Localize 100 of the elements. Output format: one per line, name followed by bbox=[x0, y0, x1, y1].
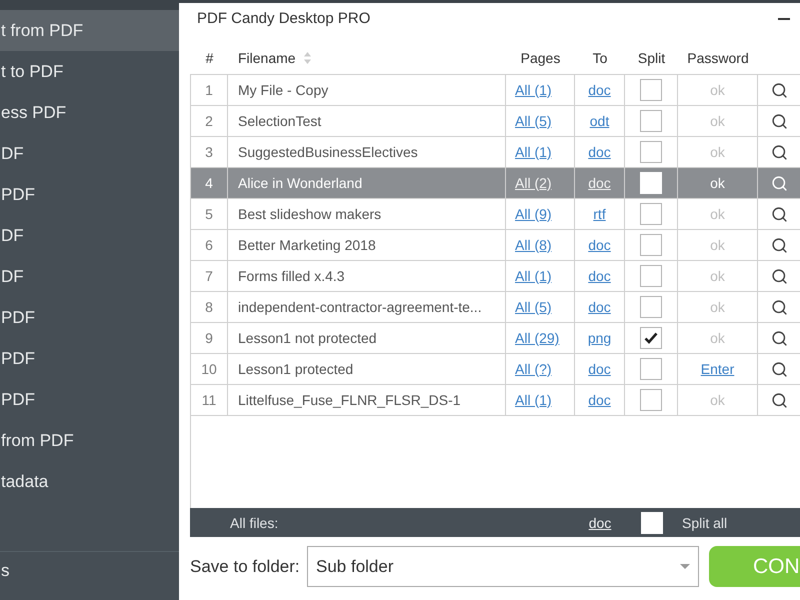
row-number: 3 bbox=[205, 144, 213, 160]
checkbox[interactable] bbox=[640, 141, 662, 163]
split-all-label: Split all bbox=[682, 514, 728, 530]
table-row[interactable]: 7 Forms filled x.4.3 All (1) doc ok bbox=[191, 261, 800, 292]
format-link[interactable]: doc bbox=[588, 175, 611, 191]
password-status: ok bbox=[710, 144, 725, 160]
checkbox[interactable] bbox=[640, 358, 662, 380]
sidebar-item[interactable]: DF bbox=[0, 256, 179, 297]
format-link[interactable]: doc bbox=[588, 361, 611, 377]
search-icon[interactable] bbox=[771, 392, 788, 408]
checkbox[interactable] bbox=[640, 512, 662, 534]
save-folder-label: Save to folder: bbox=[190, 556, 301, 578]
format-link[interactable]: doc bbox=[588, 268, 611, 284]
password-status: ok bbox=[710, 175, 725, 191]
checkbox[interactable] bbox=[640, 172, 662, 194]
format-link[interactable]: doc bbox=[588, 82, 611, 98]
format-link[interactable]: odt bbox=[590, 113, 610, 129]
filename-text: Forms filled x.4.3 bbox=[238, 268, 345, 284]
format-link[interactable]: doc bbox=[588, 392, 611, 408]
password-status: ok bbox=[710, 82, 725, 98]
sidebar-item[interactable]: t from PDF bbox=[0, 10, 179, 51]
search-icon[interactable] bbox=[771, 144, 788, 160]
pages-link[interactable]: All (?) bbox=[515, 361, 552, 377]
table-row[interactable]: 5 Best slideshow makers All (9) rtf ok bbox=[191, 199, 800, 230]
folder-select[interactable]: Sub folder bbox=[307, 546, 699, 587]
checkbox[interactable] bbox=[640, 296, 662, 318]
sidebar-item[interactable]: t to PDF bbox=[0, 51, 179, 92]
table-row[interactable]: 9 Lesson1 not protected All (29) png ok bbox=[191, 323, 800, 354]
checkbox[interactable] bbox=[640, 327, 662, 349]
password-status: ok bbox=[710, 113, 725, 129]
filename-text: Lesson1 not protected bbox=[238, 330, 377, 346]
filename-text: Better Marketing 2018 bbox=[238, 237, 376, 253]
filename-text: independent-contractor-agreement-te... bbox=[238, 299, 482, 315]
sidebar-item[interactable]: DF bbox=[0, 133, 179, 174]
window-title: PDF Candy Desktop PRO bbox=[197, 10, 370, 27]
filename-text: Best slideshow makers bbox=[238, 206, 382, 222]
format-link[interactable]: png bbox=[588, 330, 612, 346]
checkbox[interactable] bbox=[640, 203, 662, 225]
row-number: 2 bbox=[205, 113, 213, 129]
sidebar-item[interactable]: tadata bbox=[0, 461, 179, 502]
table-row[interactable]: 11 Littelfuse_Fuse_FLNR_FLSR_DS-1 All (1) doc ok bbox=[191, 385, 800, 416]
pages-link[interactable]: All (1) bbox=[515, 144, 552, 160]
sidebar-item[interactable]: from PDF bbox=[0, 420, 179, 461]
minimize-icon[interactable] bbox=[778, 18, 790, 20]
format-link[interactable]: doc bbox=[588, 144, 611, 160]
pages-link[interactable]: All (2) bbox=[515, 175, 552, 191]
filename-text: SelectionTest bbox=[238, 113, 322, 129]
row-number: 8 bbox=[205, 299, 213, 315]
column-header: Password bbox=[687, 50, 749, 66]
sidebar-item[interactable]: DF bbox=[0, 215, 179, 256]
table-row[interactable]: 6 Better Marketing 2018 All (8) doc ok bbox=[191, 230, 800, 261]
pages-link[interactable]: All (5) bbox=[515, 299, 552, 315]
password-status: ok bbox=[710, 330, 725, 346]
table-row[interactable]: 2 SelectionTest All (5) odt ok bbox=[191, 106, 800, 137]
checkbox[interactable] bbox=[640, 79, 662, 101]
enter-password-link[interactable]: Enter bbox=[700, 361, 734, 377]
row-number: 7 bbox=[205, 268, 213, 284]
table-row[interactable]: 3 SuggestedBusinessElectives All (1) doc ok bbox=[191, 137, 800, 168]
pages-link[interactable]: All (9) bbox=[515, 206, 552, 222]
row-number: 4 bbox=[205, 175, 213, 191]
column-header: To bbox=[592, 50, 608, 66]
search-icon[interactable] bbox=[771, 360, 788, 378]
sidebar-item[interactable]: ess PDF bbox=[0, 92, 179, 133]
checkbox[interactable] bbox=[640, 265, 662, 287]
checkbox[interactable] bbox=[640, 110, 662, 132]
column-header[interactable]: Filename bbox=[238, 50, 296, 66]
format-link[interactable]: doc bbox=[588, 237, 611, 253]
table-row[interactable]: 10 Lesson1 protected All (?) doc Enter bbox=[191, 354, 800, 385]
table-row[interactable]: 4 Alice in Wonderland All (2) doc ok bbox=[191, 168, 800, 199]
search-icon[interactable] bbox=[771, 268, 788, 284]
checkbox[interactable] bbox=[640, 389, 662, 411]
search-icon[interactable] bbox=[771, 298, 788, 316]
search-icon[interactable] bbox=[771, 82, 788, 98]
format-link[interactable]: rtf bbox=[593, 206, 606, 222]
pages-link[interactable]: All (1) bbox=[515, 82, 552, 98]
search-icon[interactable] bbox=[771, 112, 788, 130]
sidebar-item[interactable]: PDF bbox=[0, 338, 179, 379]
search-icon[interactable] bbox=[771, 236, 788, 254]
row-number: 10 bbox=[201, 361, 217, 377]
filename-text: Alice in Wonderland bbox=[238, 175, 362, 191]
sidebar-item[interactable]: PDF bbox=[0, 297, 179, 338]
format-link[interactable]: doc bbox=[588, 514, 612, 530]
pages-link[interactable]: All (8) bbox=[515, 237, 552, 253]
pages-link[interactable]: All (1) bbox=[515, 268, 552, 284]
pages-link[interactable]: All (29) bbox=[515, 330, 560, 346]
format-link[interactable]: doc bbox=[588, 299, 611, 315]
filename-text: My File - Copy bbox=[238, 82, 328, 98]
table-row[interactable]: 8 independent-contractor-agreement-te... All (5) doc ok bbox=[191, 292, 800, 323]
checkbox[interactable] bbox=[640, 234, 662, 256]
search-icon[interactable] bbox=[771, 330, 788, 346]
sidebar-item[interactable]: PDF bbox=[0, 379, 179, 420]
row-number: 5 bbox=[205, 206, 213, 222]
password-status: ok bbox=[710, 392, 725, 408]
dropdown-caret-icon bbox=[680, 564, 690, 569]
search-icon[interactable] bbox=[771, 206, 788, 222]
pages-link[interactable]: All (1) bbox=[515, 392, 552, 408]
column-header: Split bbox=[638, 50, 666, 66]
pages-link[interactable]: All (5) bbox=[515, 113, 552, 129]
sidebar-item[interactable]: PDF bbox=[0, 174, 179, 215]
table-row[interactable]: 1 My File - Copy All (1) doc ok bbox=[191, 75, 800, 106]
